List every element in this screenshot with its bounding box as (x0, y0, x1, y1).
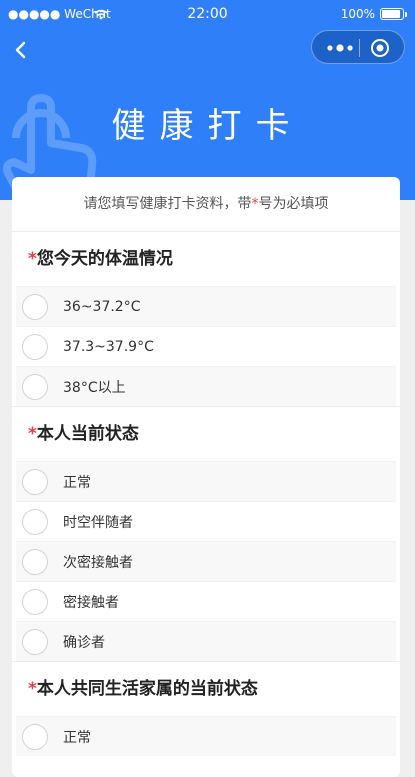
more-icon[interactable] (322, 40, 358, 56)
back-arrow-icon[interactable] (8, 36, 36, 64)
personal-status-options: 正常 时空伴随者 次密接触者 密接触者 确诊者 (16, 461, 396, 661)
radio-circle[interactable] (22, 548, 48, 575)
question-personal-status: *本人当前状态 (28, 424, 139, 444)
radio-option[interactable]: 正常 (16, 716, 396, 756)
required-star: * (28, 679, 37, 699)
radio-option[interactable]: 时空伴随者 (16, 501, 396, 541)
required-star: * (251, 196, 259, 212)
form-card: 请您填写健康打卡资料，带*号为必填项 *您今天的体温情况 36~37.2°C 3… (12, 177, 400, 777)
miniprogram-capsule (311, 30, 405, 64)
required-star: * (28, 424, 37, 444)
radio-circle[interactable] (22, 293, 48, 320)
nav-bar (0, 30, 415, 70)
radio-option[interactable]: 确诊者 (16, 621, 396, 661)
family-status-options: 正常 (16, 716, 396, 756)
radio-option[interactable]: 38°C以上 (16, 366, 396, 406)
status-bar: ●●●●● WeChat 22:00 100% (0, 0, 415, 30)
radio-option[interactable]: 37.3~37.9°C (16, 326, 396, 366)
radio-option[interactable]: 密接触者 (16, 581, 396, 621)
radio-circle[interactable] (22, 588, 48, 615)
radio-circle[interactable] (22, 373, 48, 400)
question-temperature: *您今天的体温情况 (28, 249, 173, 269)
form-intro: 请您填写健康打卡资料，带*号为必填项 (12, 177, 400, 232)
page-title: 健康打卡 (111, 106, 304, 146)
radio-option[interactable]: 次密接触者 (16, 541, 396, 581)
radio-circle[interactable] (22, 468, 48, 495)
radio-option[interactable]: 36~37.2°C (16, 286, 396, 326)
radio-circle[interactable] (22, 333, 48, 360)
battery-percent: 100% (340, 7, 375, 21)
required-star: * (28, 249, 37, 269)
question-family-status: *本人共同生活家属的当前状态 (28, 679, 258, 699)
radio-circle[interactable] (22, 723, 48, 750)
radio-option[interactable]: 正常 (16, 461, 396, 501)
close-target-icon[interactable] (370, 38, 390, 58)
temperature-options: 36~37.2°C 37.3~37.9°C 38°C以上 (16, 286, 396, 406)
radio-circle[interactable] (22, 508, 48, 535)
radio-circle[interactable] (22, 628, 48, 655)
battery-icon (380, 8, 404, 20)
